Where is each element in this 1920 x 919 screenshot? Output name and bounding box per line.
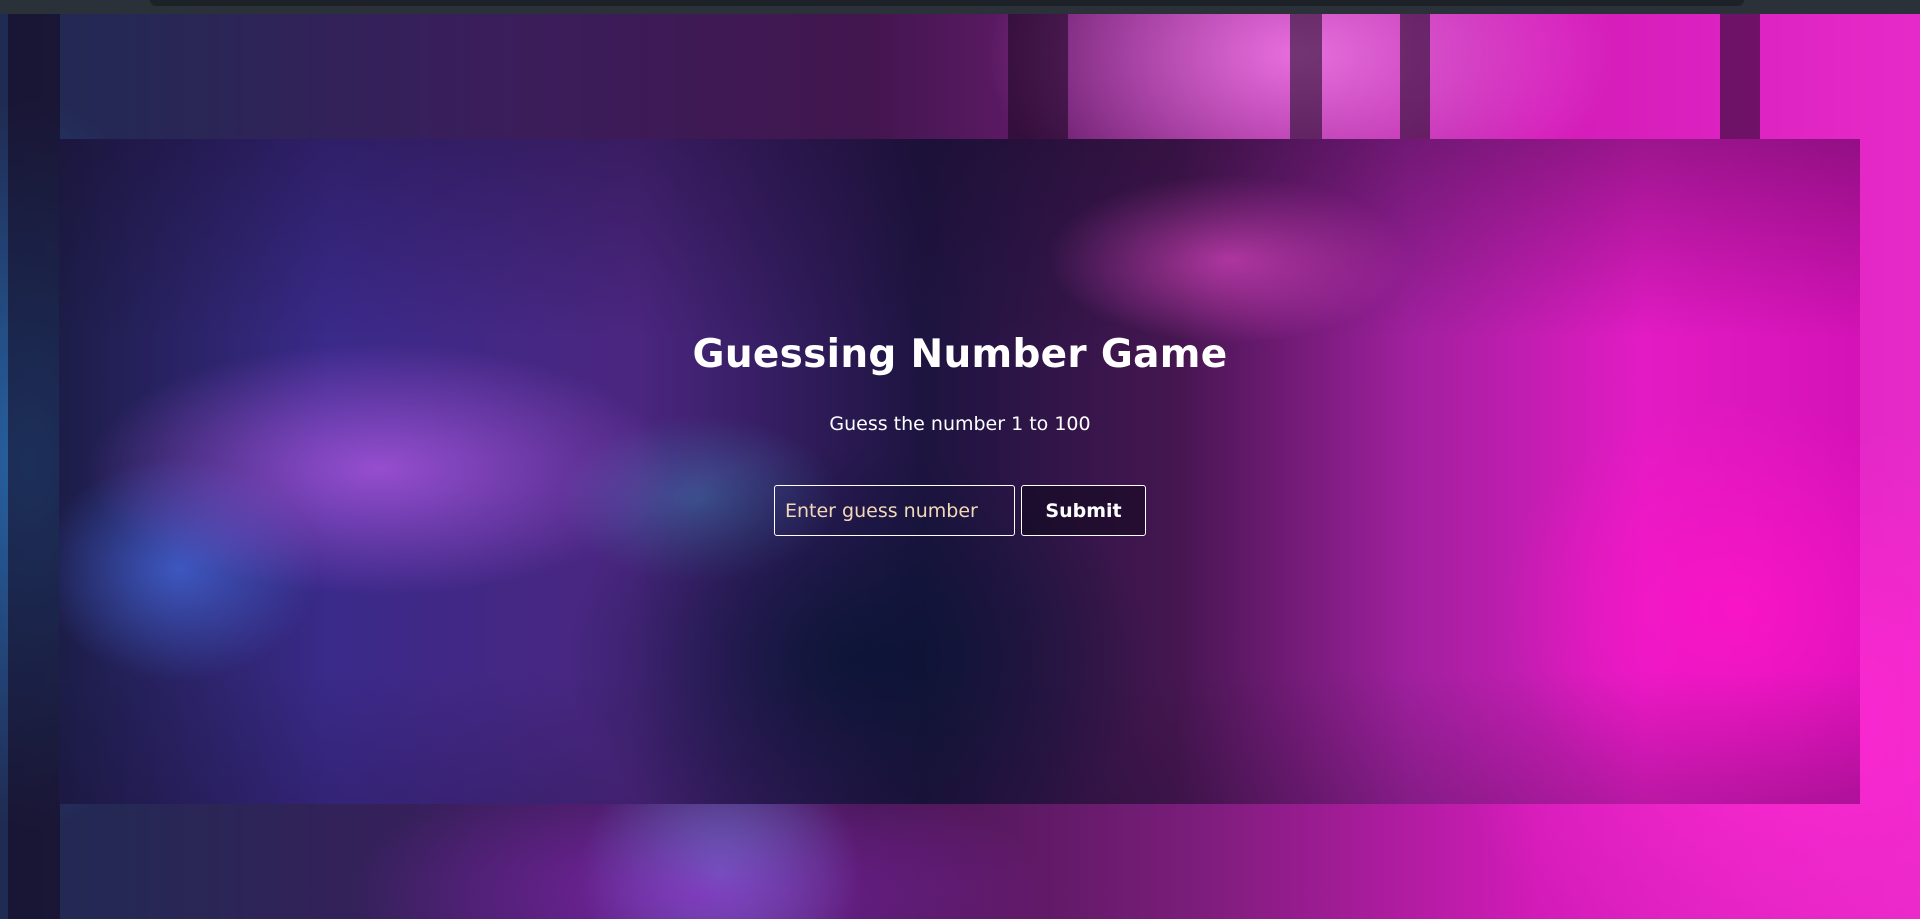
guess-input[interactable] <box>774 485 1015 536</box>
guess-form: Submit <box>774 485 1146 536</box>
game-instructions: Guess the number 1 to 100 <box>829 413 1091 435</box>
glass-panel <box>59 139 1860 804</box>
background-tree-trunk <box>1008 14 1068 140</box>
background-tree-trunk <box>1400 14 1430 140</box>
background-tree-trunk <box>1290 14 1322 140</box>
page-title: Guessing Number Game <box>692 332 1228 377</box>
submit-button[interactable]: Submit <box>1021 485 1146 536</box>
browser-top-bar <box>0 0 1920 14</box>
browser-tab-edge <box>150 0 1744 6</box>
background-tree-trunk <box>1720 14 1760 140</box>
background-tree-trunk <box>8 14 60 919</box>
